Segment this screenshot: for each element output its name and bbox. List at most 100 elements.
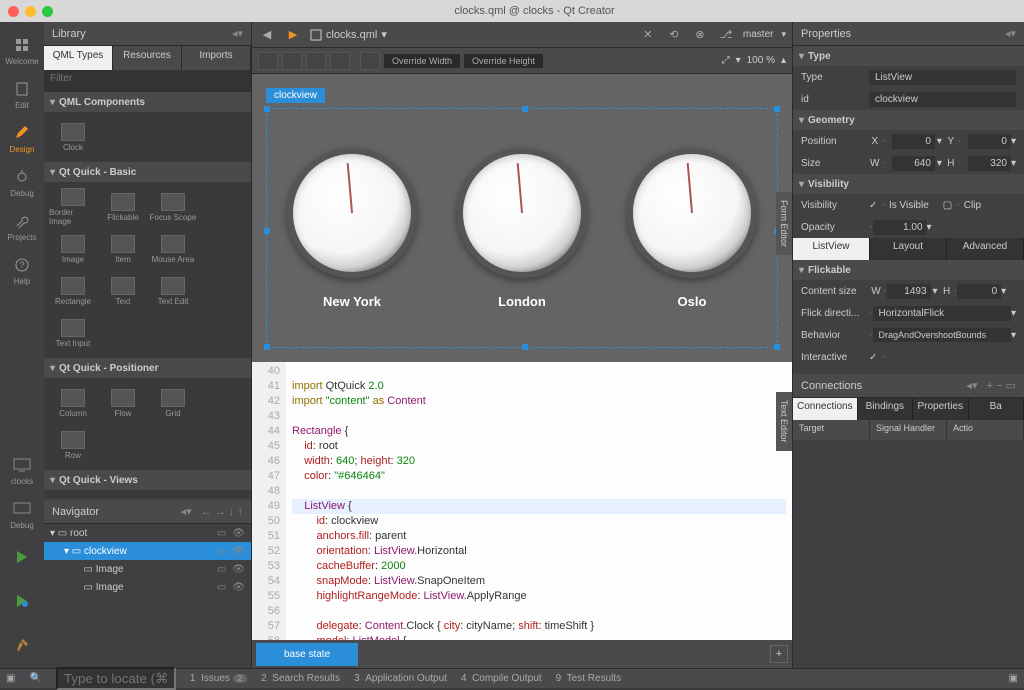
output-pane-issues[interactable]: 1 Issues 2 xyxy=(190,673,247,684)
visibility-icon[interactable]: 👁 xyxy=(232,582,245,593)
component-item[interactable]: Image xyxy=(49,230,97,268)
chevron-down-icon[interactable]: ▾ xyxy=(781,29,786,40)
clockview-item[interactable]: New York London Oslo xyxy=(266,108,778,348)
flick-dir-value[interactable]: HorizontalFlick xyxy=(873,306,1011,321)
tool-btn-5[interactable] xyxy=(360,52,380,70)
export-icon[interactable]: ▭ xyxy=(217,582,226,593)
mode-help[interactable]: ?Help xyxy=(0,248,44,292)
pos-x[interactable]: 0 xyxy=(892,134,935,149)
visibility-icon[interactable]: 👁 xyxy=(232,528,245,539)
library-section-header[interactable]: Qt Quick - Views xyxy=(44,470,251,490)
resize-handle[interactable] xyxy=(264,106,270,112)
component-item[interactable]: Border Image xyxy=(49,188,97,226)
tool-btn-2[interactable] xyxy=(282,52,302,70)
back-button[interactable]: ◀ xyxy=(258,26,276,44)
close-tab-button[interactable]: ⊗ xyxy=(691,26,709,44)
run-button[interactable] xyxy=(0,536,44,580)
size-w[interactable]: 640 xyxy=(892,156,935,171)
toggle-right-sidebar-icon[interactable]: ▣ xyxy=(1009,673,1018,684)
section-geometry[interactable]: Geometry xyxy=(793,110,1024,130)
component-item[interactable]: Rectangle xyxy=(49,272,97,310)
output-pane-application-output[interactable]: 3 Application Output xyxy=(354,673,447,684)
nav-row-clockview[interactable]: ▾ ▭ clockview▭👁 xyxy=(44,542,251,560)
panel-collapse-icon[interactable]: ◂▾ xyxy=(232,27,243,40)
mode-edit[interactable]: Edit xyxy=(0,72,44,116)
component-item[interactable]: Clock xyxy=(49,118,97,156)
zoom-window-button[interactable] xyxy=(42,6,53,17)
refresh-icon[interactable]: ⟲ xyxy=(665,26,683,44)
resize-handle[interactable] xyxy=(264,228,270,234)
project-kit[interactable]: clocks xyxy=(0,448,44,492)
component-item[interactable]: Text xyxy=(99,272,147,310)
visibility-icon[interactable]: 👁 xyxy=(232,564,245,575)
override-height[interactable]: Override Height xyxy=(464,54,543,68)
clock-item[interactable]: London xyxy=(457,148,587,309)
library-section-header[interactable]: QML Components xyxy=(44,92,251,112)
minimize-window-button[interactable] xyxy=(25,6,36,17)
filter-input[interactable] xyxy=(50,73,245,84)
mode-debug[interactable]: Debug xyxy=(0,160,44,204)
export-icon[interactable]: ▭ xyxy=(217,528,226,539)
resize-handle[interactable] xyxy=(774,106,780,112)
mode-welcome[interactable]: Welcome xyxy=(0,28,44,72)
nav-row-Image[interactable]: ▭ Image▭👁 xyxy=(44,578,251,596)
component-item[interactable]: Flickable xyxy=(99,188,147,226)
output-pane-search-results[interactable]: 2 Search Results xyxy=(261,673,340,684)
zoom-in-icon[interactable]: ▴ xyxy=(781,55,786,66)
tab-imports[interactable]: Imports xyxy=(182,46,251,70)
component-item[interactable]: Flow xyxy=(99,384,147,422)
form-editor-tab[interactable]: Form Editor xyxy=(776,192,792,255)
component-item[interactable]: Item xyxy=(99,230,147,268)
tab-properties[interactable]: Properties xyxy=(913,398,968,420)
branch-name[interactable]: master xyxy=(743,29,774,40)
tool-btn-4[interactable] xyxy=(330,52,350,70)
zoom-out-icon[interactable]: ▾ xyxy=(736,55,741,66)
interactive-checkbox[interactable]: ✓ xyxy=(869,352,877,363)
file-crumb[interactable]: clocks.qml ▾ xyxy=(310,28,387,41)
panel-collapse-icon[interactable]: ◂▾ xyxy=(1005,27,1016,40)
behavior-value[interactable]: DragAndOvershootBounds xyxy=(873,328,1011,342)
resize-handle[interactable] xyxy=(522,106,528,112)
nav-row-Image[interactable]: ▭ Image▭👁 xyxy=(44,560,251,578)
resize-handle[interactable] xyxy=(774,344,780,350)
section-visibility[interactable]: Visibility xyxy=(793,174,1024,194)
clock-item[interactable]: New York xyxy=(287,148,417,309)
build-button[interactable] xyxy=(0,624,44,668)
library-section-header[interactable]: Qt Quick - Basic xyxy=(44,162,251,182)
code-editor[interactable]: 4041424344454647484950515253545556575859… xyxy=(252,362,792,640)
lock-icon[interactable]: ✕ xyxy=(639,26,657,44)
section-type[interactable]: Type xyxy=(793,46,1024,66)
form-canvas[interactable]: clockview New YorkLondonOslo xyxy=(252,74,792,362)
zoom-value[interactable]: 100 % xyxy=(747,55,775,66)
resize-handle[interactable] xyxy=(522,344,528,350)
search-icon[interactable]: 🔍 xyxy=(29,673,41,684)
content-w[interactable]: 1493 xyxy=(887,284,931,299)
locator-input[interactable] xyxy=(56,667,176,690)
library-section-header[interactable]: Qt Quick - Positioner xyxy=(44,358,251,378)
clock-item[interactable]: Oslo xyxy=(627,148,757,309)
resize-handle[interactable] xyxy=(264,344,270,350)
tab-connections[interactable]: Connections xyxy=(793,398,858,420)
build-config[interactable]: Debug xyxy=(0,492,44,536)
opacity-value[interactable]: 1.00 xyxy=(873,220,927,235)
navigator-arrows[interactable]: ◂▾ ← → ↓ ↑ xyxy=(181,505,243,518)
pos-y[interactable]: 0 xyxy=(968,134,1011,149)
export-icon[interactable]: ▭ xyxy=(217,546,226,557)
tab-backends[interactable]: Ba xyxy=(969,398,1024,420)
run-debug-button[interactable] xyxy=(0,580,44,624)
mode-design[interactable]: Design xyxy=(0,116,44,160)
component-item[interactable]: Focus Scope xyxy=(149,188,197,226)
add-state-button[interactable]: + xyxy=(770,645,788,663)
size-h[interactable]: 320 xyxy=(968,156,1011,171)
content-h[interactable]: 0 xyxy=(957,284,1001,299)
component-item[interactable]: Row xyxy=(49,426,97,464)
output-pane-test-results[interactable]: 9 Test Results xyxy=(556,673,622,684)
export-icon[interactable]: ▭ xyxy=(217,564,226,575)
component-item[interactable]: Grid xyxy=(149,384,197,422)
base-state-button[interactable]: base state xyxy=(256,643,358,666)
tab-listview[interactable]: ListView xyxy=(793,238,870,260)
component-item[interactable]: Mouse Area xyxy=(149,230,197,268)
component-item[interactable]: Text Input xyxy=(49,314,97,352)
tab-layout[interactable]: Layout xyxy=(870,238,947,260)
id-value[interactable]: clockview xyxy=(869,92,1016,107)
